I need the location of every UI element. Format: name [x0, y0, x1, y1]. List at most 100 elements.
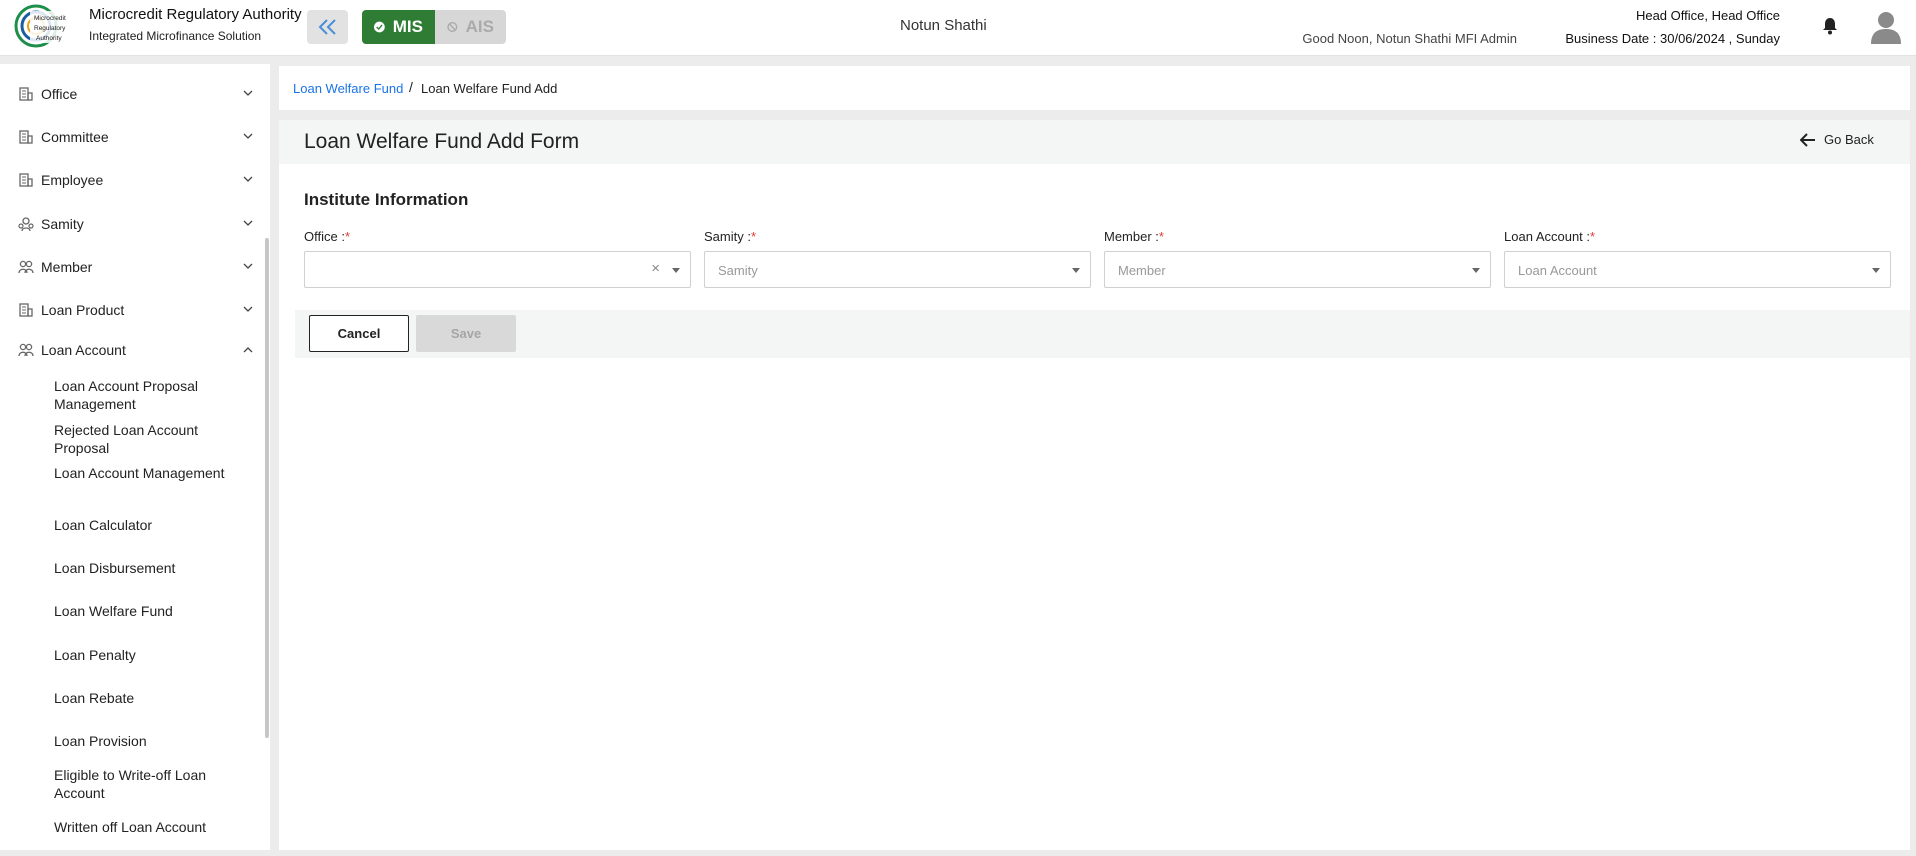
page-title: Loan Welfare Fund Add Form [304, 130, 580, 153]
form-actions: Cancel Save [295, 310, 1910, 358]
organization-title: Notun Shathi [900, 17, 987, 34]
main-content: Loan Welfare Fund Add Form Go Back Insti… [279, 120, 1910, 850]
employee-icon [19, 173, 33, 187]
collapse-sidebar-button[interactable] [307, 10, 348, 44]
sidebar-item-member[interactable]: Member [0, 252, 265, 282]
sidebar-item-label: Employee [41, 172, 104, 188]
chevron-down-icon [243, 133, 253, 139]
sidebar-item-label: Committee [41, 129, 109, 145]
sidebar-subitem-loan-welfare-fund[interactable]: Loan Welfare Fund [54, 602, 234, 620]
top-header: Microcredit Regulatory Authority Microcr… [0, 0, 1916, 56]
sidebar-item-office[interactable]: Office [0, 79, 265, 109]
committee-icon [19, 130, 33, 144]
sidebar-subitem-eligible-write-off[interactable]: Eligible to Write-off Loan Account [54, 766, 234, 802]
current-office: Head Office, Head Office [1635, 8, 1780, 23]
samity-label-text: Samity : [704, 229, 751, 244]
mode-ais-button[interactable]: AIS [435, 10, 506, 44]
member-icon [18, 260, 34, 274]
sidebar-subitem-loan-penalty[interactable]: Loan Penalty [54, 646, 234, 664]
save-button[interactable]: Save [416, 315, 516, 352]
form-header: Loan Welfare Fund Add Form Go Back [279, 120, 1910, 164]
svg-text:Authority: Authority [36, 35, 62, 42]
sidebar-item-samity[interactable]: Samity [0, 209, 265, 239]
loan-account-select[interactable]: Loan Account [1504, 251, 1891, 288]
chevron-up-icon [243, 347, 253, 353]
sidebar-item-label: Loan Product [41, 302, 125, 318]
clear-icon[interactable]: × [651, 260, 660, 277]
sidebar-scrollbar[interactable] [265, 238, 269, 738]
mode-mis-button[interactable]: MIS [362, 10, 435, 44]
mra-logo: Microcredit Regulatory Authority [14, 4, 74, 48]
mode-mis-label: MIS [392, 17, 423, 36]
business-date: Business Date : 30/06/2024 , Sunday [1565, 31, 1780, 46]
greeting-text: Good Noon, Notun Shathi MFI Admin [1302, 31, 1517, 46]
sidebar-item-employee[interactable]: Employee [0, 165, 265, 195]
double-chevron-left-icon [318, 19, 336, 35]
office-select[interactable]: × [304, 251, 691, 288]
caret-down-icon [672, 268, 680, 273]
loan-account-icon [18, 343, 34, 357]
chevron-down-icon [243, 90, 253, 96]
sidebar-subitem-loan-rebate[interactable]: Loan Rebate [54, 689, 234, 707]
sidebar-subitem-rejected-proposal[interactable]: Rejected Loan Account Proposal [54, 421, 234, 457]
required-mark: * [750, 229, 757, 244]
member-select[interactable]: Member [1104, 251, 1491, 288]
samity-label: Samity :* [704, 229, 756, 244]
samity-icon [18, 217, 34, 232]
sidebar-subitem-written-off[interactable]: Written off Loan Account [54, 818, 234, 836]
office-label-text: Office : [304, 229, 345, 244]
office-label: Office :* [304, 229, 350, 244]
member-label-text: Member : [1104, 229, 1159, 244]
block-icon [447, 22, 458, 32]
org-name: Microcredit Regulatory Authority [89, 6, 302, 23]
check-circle-icon [374, 21, 385, 33]
chevron-down-icon [243, 263, 253, 269]
user-avatar-icon[interactable] [1870, 10, 1902, 44]
arrow-left-icon [1800, 132, 1815, 147]
caret-down-icon [1872, 268, 1880, 273]
loan-product-icon [19, 303, 33, 317]
office-icon [19, 87, 33, 101]
samity-select-placeholder: Samity [718, 263, 758, 278]
loan-account-label-text: Loan Account : [1504, 229, 1591, 244]
required-mark: * [1158, 229, 1164, 244]
sidebar-subitem-loan-calculator[interactable]: Loan Calculator [54, 516, 234, 534]
samity-select[interactable]: Samity [704, 251, 1091, 288]
breadcrumb-current: Loan Welfare Fund Add [421, 81, 558, 96]
go-back-button[interactable]: Go Back [1800, 132, 1874, 147]
cancel-button[interactable]: Cancel [309, 315, 409, 352]
mode-toggle: MIS AIS [362, 10, 506, 44]
sidebar-subitem-loan-provision[interactable]: Loan Provision [54, 732, 234, 750]
svg-text:Regulatory: Regulatory [34, 25, 66, 32]
section-title: Institute Information [304, 190, 469, 209]
sidebar-subitem-loan-account-management[interactable]: Loan Account Management [54, 464, 234, 482]
sidebar-item-label: Loan Account [41, 342, 126, 358]
breadcrumb: Loan Welfare Fund / Loan Welfare Fund Ad… [279, 66, 1910, 110]
sidebar-subitem-loan-account-proposal[interactable]: Loan Account Proposal Management [54, 377, 234, 413]
org-subtitle: Integrated Microfinance Solution [89, 29, 262, 43]
sidebar-item-label: Samity [41, 216, 84, 232]
chevron-down-icon [243, 306, 253, 312]
mode-ais-label: AIS [465, 17, 494, 36]
chevron-down-icon [243, 220, 253, 226]
chevron-down-icon [243, 176, 253, 182]
required-mark: * [1590, 229, 1596, 244]
member-label: Member :* [1104, 229, 1164, 244]
svg-text:Microcredit: Microcredit [34, 15, 66, 22]
breadcrumb-link-loan-welfare-fund[interactable]: Loan Welfare Fund [293, 81, 403, 96]
caret-down-icon [1072, 268, 1080, 273]
loan-account-label: Loan Account :* [1504, 229, 1595, 244]
breadcrumb-separator: / [409, 79, 413, 95]
caret-down-icon [1472, 268, 1480, 273]
sidebar-item-label: Office [41, 86, 78, 102]
loan-account-select-placeholder: Loan Account [1518, 263, 1597, 278]
sidebar-item-loan-product[interactable]: Loan Product [0, 295, 265, 325]
member-select-placeholder: Member [1118, 263, 1166, 278]
required-mark: * [344, 229, 351, 244]
sidebar-item-committee[interactable]: Committee [0, 122, 265, 152]
sidebar-item-loan-account[interactable]: Loan Account [0, 335, 265, 365]
go-back-label: Go Back [1824, 132, 1874, 147]
sidebar: Office Committee Employee Samity Member … [0, 64, 270, 850]
bell-icon[interactable] [1822, 17, 1838, 35]
sidebar-subitem-loan-disbursement[interactable]: Loan Disbursement [54, 559, 234, 577]
